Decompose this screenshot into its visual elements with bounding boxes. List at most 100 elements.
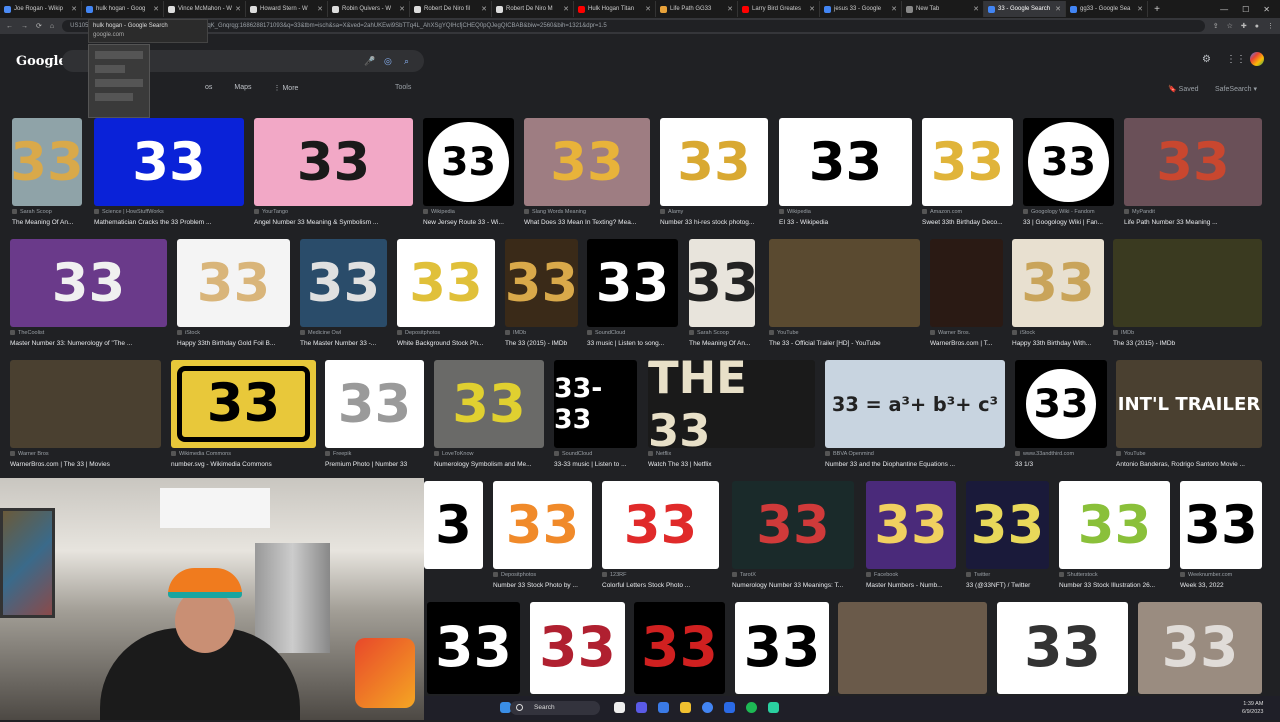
result-caption[interactable]: Happy 33th Birthday With... xyxy=(1012,340,1104,347)
result-source[interactable]: www.33andthird.com xyxy=(1015,451,1107,457)
result-thumbnail[interactable]: 33 xyxy=(660,118,768,206)
result-caption[interactable]: The 33 (2015) - IMDb xyxy=(1113,340,1262,347)
result-caption[interactable]: Numerology Symbolism and Me... xyxy=(434,461,544,468)
settings-gear-icon[interactable]: ⚙ xyxy=(1202,54,1211,65)
close-tab-icon[interactable]: ✕ xyxy=(399,5,405,13)
result-caption[interactable]: White Background Stock Ph... xyxy=(397,340,495,347)
result-thumbnail[interactable]: 33 xyxy=(427,602,520,694)
result-caption[interactable]: The Meaning Of An... xyxy=(689,340,755,347)
image-result[interactable]: 33-33 SoundCloud 33-33 music | Listen to .… xyxy=(554,360,637,476)
result-source[interactable]: iStock xyxy=(177,330,290,336)
result-caption[interactable]: Sweet 33th Birthday Deco... xyxy=(922,219,1013,226)
result-thumbnail[interactable]: 33 xyxy=(325,360,424,448)
result-thumbnail[interactable]: 33 xyxy=(732,481,854,569)
result-thumbnail[interactable]: 33 xyxy=(735,602,829,694)
image-result[interactable]: 33 YourTango Angel Number 33 Meaning & Sym… xyxy=(254,118,413,234)
new-tab-icon[interactable]: + xyxy=(1148,4,1166,15)
result-source[interactable]: Sarah Scoop xyxy=(12,209,82,215)
result-caption[interactable]: Premium Photo | Number 33 xyxy=(325,461,424,468)
url-field[interactable]: US1058&tbsrsf=APwXEdeAF9MNgQyNhCOaz9or8q… xyxy=(62,20,1205,32)
result-source[interactable]: Wikipedia xyxy=(423,209,514,215)
browser-tab[interactable]: Howard Stern - W ✕ xyxy=(246,1,328,17)
result-thumbnail[interactable]: THE 33 xyxy=(648,360,815,448)
result-thumbnail[interactable] xyxy=(10,360,161,448)
image-result[interactable]: 33 TheCoolist Master Number 33: Numerology… xyxy=(10,239,167,355)
image-result[interactable]: 33 Amazon.com Sweet 33th Birthday Deco... xyxy=(922,118,1013,234)
result-caption[interactable]: The 33 (2015) - IMDb xyxy=(505,340,578,347)
close-tab-icon[interactable]: ✕ xyxy=(1055,5,1061,13)
image-result[interactable]: 33 Facebook Master Numbers - Numb... xyxy=(866,481,956,597)
result-thumbnail[interactable]: 33 xyxy=(10,239,167,327)
result-thumbnail[interactable]: 33 xyxy=(12,118,82,206)
image-result[interactable]: 33 123RF Colorful Letters Stock Photo ... xyxy=(602,481,719,597)
result-thumbnail[interactable]: 33 xyxy=(300,239,387,327)
result-thumbnail[interactable]: 33 = a³+ b³+ c³ xyxy=(825,360,1005,448)
google-logo[interactable]: Google xyxy=(16,54,67,69)
result-source[interactable]: IMDb xyxy=(505,330,578,336)
result-source[interactable]: Shutterstock xyxy=(1059,572,1170,578)
result-source[interactable]: Weeknumber.com xyxy=(1180,572,1262,578)
image-result[interactable]: 33 www.33andthird.com 33 1/3 xyxy=(1015,360,1107,476)
result-thumbnail[interactable]: 33 xyxy=(1124,118,1262,206)
result-source[interactable]: SoundCloud xyxy=(587,330,678,336)
image-result[interactable]: 33 Googology Wiki - Fandom 33 | Googology … xyxy=(1023,118,1114,234)
close-tab-icon[interactable]: ✕ xyxy=(645,5,651,13)
result-thumbnail[interactable]: INT'L TRAILER xyxy=(1116,360,1262,448)
result-caption[interactable]: Watch The 33 | Netflix xyxy=(648,461,815,468)
result-source[interactable]: MyPandit xyxy=(1124,209,1262,215)
result-source[interactable]: TheCoolist xyxy=(10,330,167,336)
result-caption[interactable]: Number 33 hi-res stock photog... xyxy=(660,219,768,226)
result-caption[interactable]: Antonio Banderas, Rodrigo Santoro Movie … xyxy=(1116,461,1262,468)
image-result[interactable]: 33 = a³+ b³+ c³ BBVA Openmind Number 33 an… xyxy=(825,360,1005,476)
result-source[interactable]: BBVA Openmind xyxy=(825,451,1005,457)
result-source[interactable]: Twitter xyxy=(966,572,1049,578)
account-avatar[interactable] xyxy=(1250,52,1264,66)
result-source[interactable]: YouTube xyxy=(1116,451,1262,457)
result-thumbnail[interactable]: 3 xyxy=(424,481,483,569)
image-result[interactable]: 33 Sarah Scoop The Meaning Of An... xyxy=(12,118,82,234)
task-view-icon[interactable] xyxy=(614,702,625,713)
result-source[interactable]: Netflix xyxy=(648,451,815,457)
image-result[interactable]: 33 Weeknumber.com Week 33, 2022 xyxy=(1180,481,1262,597)
result-caption[interactable]: Week 33, 2022 xyxy=(1180,582,1262,589)
result-source[interactable]: Freepik xyxy=(325,451,424,457)
image-result[interactable]: 33 iStock Happy 33th Birthday Gold Foil B.… xyxy=(177,239,290,355)
result-source[interactable]: IMDb xyxy=(1113,330,1262,336)
apps-grid-icon[interactable]: ⋮⋮ xyxy=(1226,54,1246,65)
chrome-icon[interactable] xyxy=(702,702,713,713)
result-source[interactable]: Depositphotos xyxy=(493,572,592,578)
system-clock[interactable]: 1:39 AM 6/9/2023 xyxy=(1242,700,1263,716)
close-tab-icon[interactable]: ✕ xyxy=(973,5,979,13)
image-result[interactable]: 33 Slang Words Meaning What Does 33 Mean I… xyxy=(524,118,650,234)
result-caption[interactable]: Mathematician Cracks the 33 Problem ... xyxy=(94,219,244,226)
close-window-icon[interactable]: ✕ xyxy=(1263,5,1270,14)
result-thumbnail[interactable]: 33 xyxy=(779,118,912,206)
image-result[interactable]: 33 Medicine Owl The Master Number 33 -... xyxy=(300,239,387,355)
bookmark-star-icon[interactable]: ☆ xyxy=(1227,22,1233,30)
result-caption[interactable]: The Master Number 33 -... xyxy=(300,340,387,347)
edge-icon[interactable] xyxy=(658,702,669,713)
result-caption[interactable]: Colorful Letters Stock Photo ... xyxy=(602,582,719,589)
close-tab-icon[interactable]: ✕ xyxy=(317,5,323,13)
result-caption[interactable]: New Jersey Route 33 - Wi... xyxy=(423,219,514,226)
result-caption[interactable]: 33-33 music | Listen to ... xyxy=(554,461,637,468)
image-result[interactable]: 33 Twitter 33 (@33NFT) / Twitter xyxy=(966,481,1049,597)
image-result[interactable]: 33 LoveToKnow Numerology Symbolism and Me.… xyxy=(434,360,544,476)
result-caption[interactable]: 33 | Googology Wiki | Fan... xyxy=(1023,219,1114,226)
result-caption[interactable]: WarnerBros.com | The 33 | Movies xyxy=(10,461,161,468)
result-thumbnail[interactable]: 33 xyxy=(689,239,755,327)
result-source[interactable]: Alamy xyxy=(660,209,768,215)
result-caption[interactable]: What Does 33 Mean In Texting? Mea... xyxy=(524,219,650,226)
result-thumbnail[interactable]: 33 xyxy=(524,118,650,206)
lens-icon[interactable]: ◎ xyxy=(384,50,392,72)
result-thumbnail[interactable]: 33 xyxy=(493,481,592,569)
image-result[interactable]: 33 Wikimedia Commons number.svg - Wikimedi… xyxy=(171,360,316,476)
result-thumbnail[interactable]: 33 xyxy=(1180,481,1262,569)
image-result[interactable]: 33 IMDb The 33 (2015) - IMDb xyxy=(505,239,578,355)
image-result[interactable]: YouTube The 33 - Official Trailer [HD] - … xyxy=(769,239,920,355)
image-result[interactable]: 33 Wikipedia New Jersey Route 33 - Wi... xyxy=(423,118,514,234)
image-result[interactable]: INT'L TRAILER YouTube Antonio Banderas, Ro… xyxy=(1116,360,1262,476)
menu-kebab-icon[interactable]: ⋮ xyxy=(1267,22,1274,30)
browser-tab[interactable]: Joe Rogan - Wikip ✕ xyxy=(0,1,82,17)
close-tab-icon[interactable]: ✕ xyxy=(727,5,733,13)
